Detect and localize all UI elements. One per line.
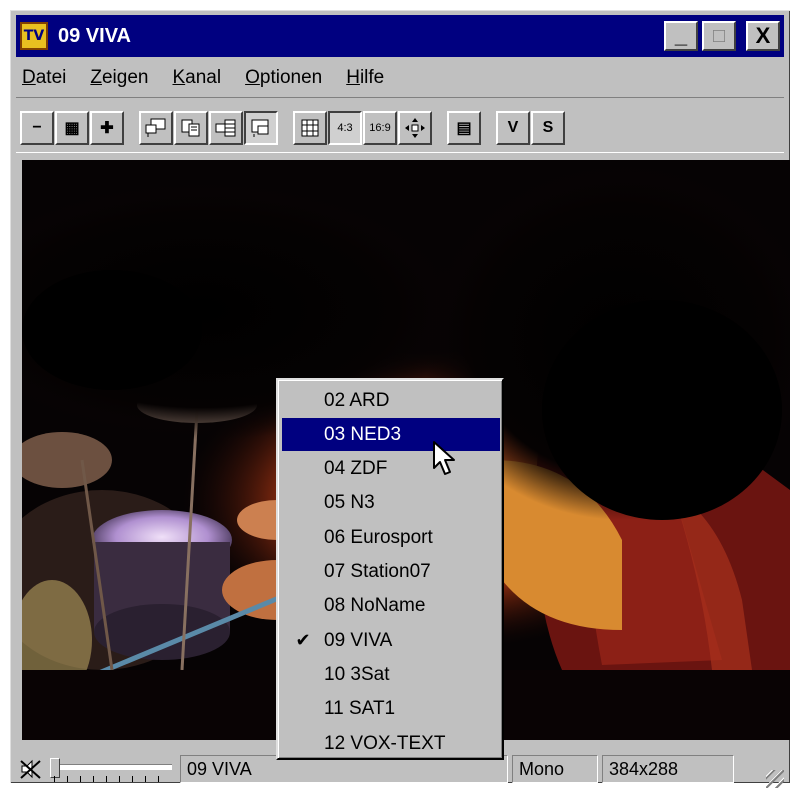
menu-accel: Z <box>90 67 102 88</box>
menu-hilfe[interactable]: Hilfe <box>334 67 396 89</box>
maximize-icon: □ <box>712 24 726 47</box>
close-button[interactable]: X <box>746 21 780 51</box>
channel-item[interactable]: 07 Station07 <box>282 556 500 589</box>
grid-icon <box>301 119 319 137</box>
film-icon <box>215 119 236 137</box>
menu-accel: H <box>346 67 360 88</box>
channel-item[interactable]: 04 ZDF <box>282 453 500 486</box>
menu-bar: Datei Zeigen Kanal Optionen Hilfe <box>16 63 396 93</box>
check-icon: ✔ <box>295 630 311 651</box>
resolution-status: 384x288 <box>602 755 734 783</box>
minimize-button[interactable]: _ <box>664 21 698 51</box>
fullscreen-button[interactable] <box>398 111 432 145</box>
channel-label: 06 Eurosport <box>324 526 433 548</box>
palette-icon: ▦ <box>64 120 80 137</box>
resize-grip[interactable] <box>766 770 784 788</box>
channel-item[interactable]: 05 N3 <box>282 487 500 520</box>
aspect-16-9-button[interactable]: 16:9 <box>363 111 397 145</box>
sound-button[interactable]: S <box>531 111 565 145</box>
channel-label: 08 NoName <box>324 595 426 617</box>
move-arrows-icon <box>405 118 425 138</box>
window-title: 09 VIVA <box>58 24 131 47</box>
slider-ticks <box>54 776 168 782</box>
aspect-4-3-label: 4:3 <box>337 122 353 134</box>
menu-accel: K <box>172 67 186 88</box>
slider-track <box>50 764 172 770</box>
teletext-button[interactable]: ▤ <box>447 111 481 145</box>
channel-item[interactable]: 11 SAT1 <box>282 693 500 726</box>
volume-up-button[interactable]: ✚ <box>90 111 124 145</box>
overlay-toggle-button[interactable] <box>244 111 278 145</box>
channel-label: 05 N3 <box>324 492 375 514</box>
channel-label: 10 3Sat <box>324 663 390 685</box>
video-capture-button[interactable] <box>209 111 243 145</box>
maximize-button[interactable]: □ <box>702 21 736 51</box>
teletext-icon: ▤ <box>456 120 472 137</box>
speaker-mute-icon <box>20 759 41 779</box>
channel-item[interactable]: 03 NED3 <box>282 418 500 452</box>
menu-zeigen[interactable]: Zeigen <box>78 67 160 89</box>
mute-toggle[interactable] <box>16 754 46 784</box>
menu-label: eigen <box>101 67 149 88</box>
snapshot-icon <box>145 118 166 137</box>
menu-optionen[interactable]: Optionen <box>233 67 334 89</box>
volume-slider[interactable] <box>46 754 176 784</box>
channel-item[interactable]: 08 NoName <box>282 590 500 623</box>
overlay-icon <box>251 119 269 137</box>
menu-label: atei <box>35 67 67 88</box>
menu-label: ptionen <box>259 67 323 88</box>
volume-down-button[interactable]: − <box>20 111 54 145</box>
aspect-4-3-button[interactable]: 4:3 <box>328 111 362 145</box>
title-bar[interactable]: TV 09 VIVA _ □ X <box>16 15 784 57</box>
channel-item[interactable]: 02 ARD <box>282 384 500 417</box>
menu-accel: O <box>245 67 260 88</box>
snapshot-button[interactable] <box>139 111 173 145</box>
channel-label: 11 SAT1 <box>324 698 396 720</box>
channel-label: 02 ARD <box>324 389 390 411</box>
minus-icon: − <box>32 119 42 136</box>
channel-label: 04 ZDF <box>324 458 388 480</box>
channel-item[interactable]: 06 Eurosport <box>282 521 500 554</box>
video-button[interactable]: V <box>496 111 530 145</box>
minimize-icon: _ <box>674 23 688 48</box>
close-icon: X <box>755 23 771 48</box>
channel-item[interactable]: 12 VOX-TEXT <box>282 727 500 760</box>
channel-label: 07 Station07 <box>324 561 431 582</box>
video-label: V <box>507 119 519 136</box>
aspect-16-9-label: 16:9 <box>369 122 391 134</box>
channel-popup-menu: 02 ARD 03 NED3 04 ZDF 05 N3 06 Eurosport… <box>276 378 504 760</box>
sound-label: S <box>542 119 554 136</box>
channel-item[interactable]: ✔ 09 VIVA <box>282 624 500 657</box>
copy-button[interactable] <box>174 111 208 145</box>
channel-label: 03 NED3 <box>324 423 402 445</box>
plus-icon: ✚ <box>100 120 114 137</box>
tv-icon[interactable]: TV <box>20 22 48 50</box>
toolbar: − ▦ ✚ 4:3 16:9 ▤ V S <box>16 97 784 153</box>
menu-label: anal <box>185 67 222 88</box>
copy-icon <box>181 119 200 137</box>
menu-kanal[interactable]: Kanal <box>160 67 233 89</box>
grid-view-button[interactable] <box>293 111 327 145</box>
slider-thumb[interactable] <box>50 758 60 778</box>
channel-label: 12 VOX-TEXT <box>324 732 446 754</box>
channel-item[interactable]: 10 3Sat <box>282 658 500 691</box>
menu-label: ilfe <box>359 67 385 88</box>
mouse-cursor-icon <box>433 441 455 475</box>
channel-label: 09 VIVA <box>324 629 393 651</box>
color-settings-button[interactable]: ▦ <box>55 111 89 145</box>
menu-accel: D <box>22 67 36 88</box>
menu-datei[interactable]: Datei <box>16 67 78 89</box>
audio-mode-status: Mono <box>512 755 598 783</box>
